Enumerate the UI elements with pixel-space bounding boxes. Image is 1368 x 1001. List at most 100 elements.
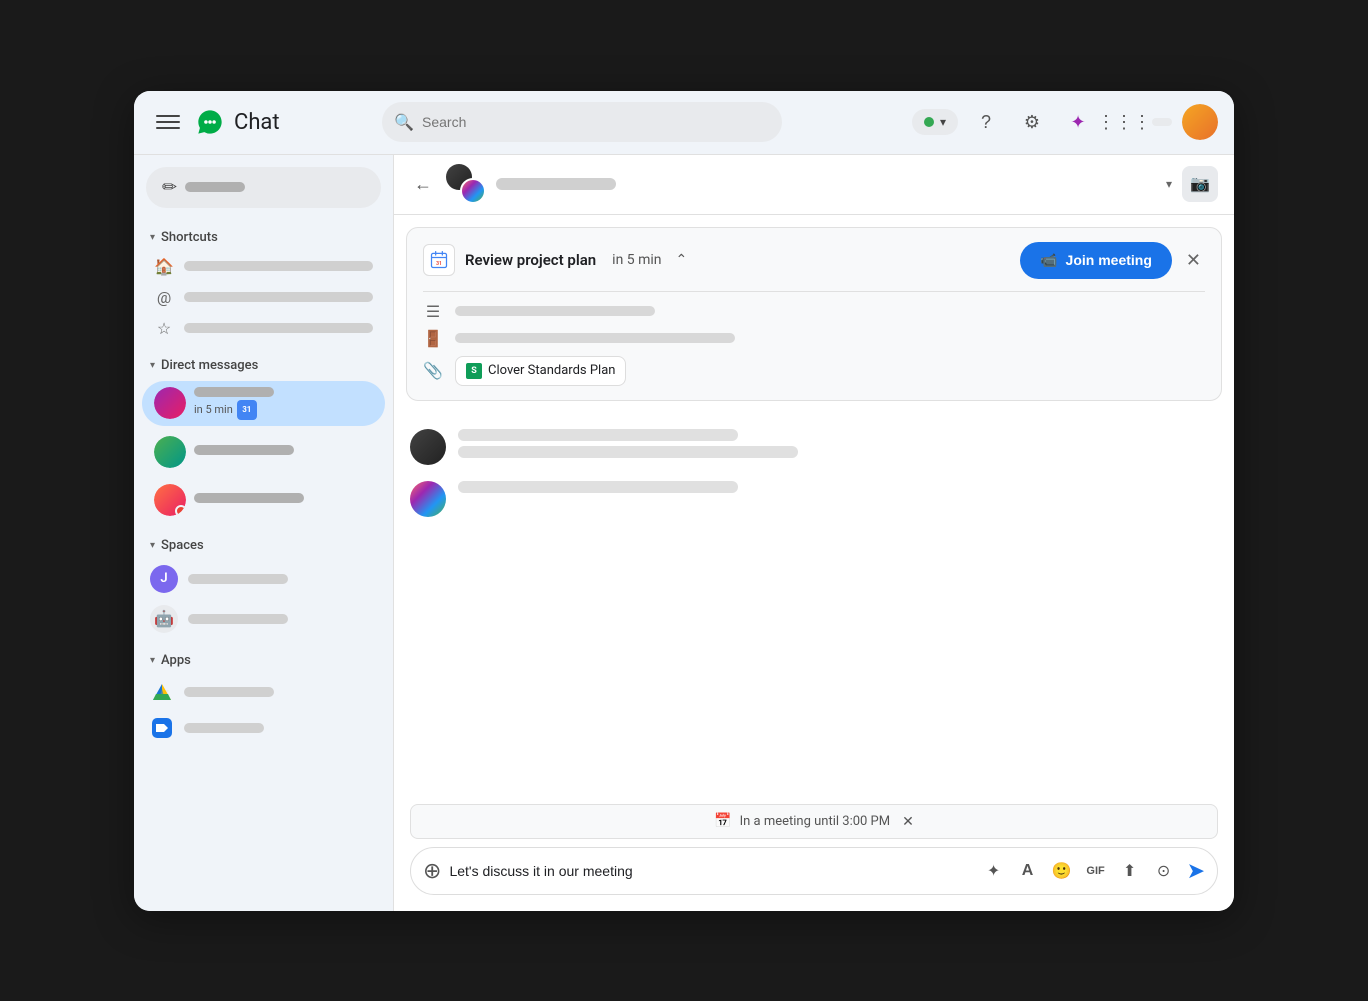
dm-info-2 xyxy=(194,445,373,458)
chat-name-bar xyxy=(496,178,616,190)
space-item-robot[interactable]: 🤖 xyxy=(134,599,393,639)
space-j-icon: J xyxy=(150,565,178,593)
dm-notification-badge xyxy=(175,505,186,516)
drive-label xyxy=(184,687,274,697)
msg-avatar-1 xyxy=(410,429,446,465)
avatar-image xyxy=(1182,104,1218,140)
close-banner-button[interactable]: ✕ xyxy=(1182,246,1205,275)
calendar-icon: 31 xyxy=(423,244,455,276)
chat-avatar-2 xyxy=(460,178,486,204)
shortcuts-section-header[interactable]: ▾ Shortcuts xyxy=(134,224,393,251)
dm-item-1[interactable]: in 5 min 31 xyxy=(142,381,385,426)
space-j-label xyxy=(188,574,288,584)
join-meeting-button[interactable]: 📹 Join meeting xyxy=(1020,242,1172,279)
chat-header-name xyxy=(496,178,1156,190)
send-button[interactable]: ➤ xyxy=(1187,858,1205,884)
meet-label xyxy=(184,723,264,733)
msg-bar-1-2 xyxy=(458,446,798,458)
topbar-left: Chat xyxy=(150,104,370,140)
dm-item-3[interactable] xyxy=(142,478,385,522)
home-icon: 🏠 xyxy=(154,257,174,276)
svg-text:31: 31 xyxy=(436,261,442,267)
detail-bar-2 xyxy=(455,333,735,343)
circle-icon: ⊙ xyxy=(1157,861,1170,881)
gif-button[interactable]: GIF xyxy=(1081,856,1111,886)
more-options-button[interactable]: ⊙ xyxy=(1149,856,1179,886)
dm-section-label: Direct messages xyxy=(161,358,258,373)
door-icon: 🚪 xyxy=(423,329,443,348)
dm-info-3 xyxy=(194,493,373,506)
meet-icon xyxy=(150,716,174,740)
search-input[interactable] xyxy=(382,102,782,142)
meeting-time: in 5 min xyxy=(612,252,661,268)
shortcuts-label: Shortcuts xyxy=(161,230,218,245)
dm-info-1: in 5 min 31 xyxy=(194,387,373,420)
meeting-banner: 31 Review project plan in 5 min ⌃ 📹 Join… xyxy=(406,227,1222,401)
chat-input-area: ⊕ ✦ A 🙂 GIF xyxy=(394,839,1234,911)
msg-bar-1-1 xyxy=(458,429,738,441)
chat-input[interactable] xyxy=(449,863,970,879)
emoji-button[interactable]: 🙂 xyxy=(1047,856,1077,886)
chat-messages xyxy=(394,413,1234,804)
app-item-drive[interactable] xyxy=(134,674,393,710)
chat-header-avatars xyxy=(446,164,486,204)
spaces-label: Spaces xyxy=(161,538,204,553)
shortcut-item-starred[interactable]: ☆ xyxy=(134,313,393,344)
shortcut-home-label xyxy=(184,261,373,271)
dm-item-2[interactable] xyxy=(142,430,385,474)
topbar: Chat 🔍 ▾ ? ⚙ ✦ ⋮⋮⋮ xyxy=(134,91,1234,155)
meeting-banner-header: 31 Review project plan in 5 min ⌃ 📹 Join… xyxy=(423,242,1205,279)
status-button[interactable]: ▾ xyxy=(912,109,958,135)
cal-badge: 31 xyxy=(237,400,257,420)
dm-avatar-1 xyxy=(154,387,186,419)
cal-svg: 31 xyxy=(429,250,449,270)
upload-button[interactable]: ⬆ xyxy=(1115,856,1145,886)
back-button[interactable]: ← xyxy=(410,170,436,199)
detail-row-2: 🚪 xyxy=(423,329,1205,348)
user-name-chip xyxy=(1152,118,1172,126)
space-item-j[interactable]: J xyxy=(134,559,393,599)
dm-name-bar-1 xyxy=(194,387,274,397)
input-toolbar: ✦ A 🙂 GIF ⬆ xyxy=(979,856,1179,886)
close-indicator-button[interactable]: ✕ xyxy=(902,813,914,830)
settings-button[interactable]: ⚙ xyxy=(1014,104,1050,140)
message-row-1 xyxy=(410,429,1218,465)
apps-section-header[interactable]: ▾ Apps xyxy=(134,647,393,674)
meeting-expand-icon[interactable]: ⌃ xyxy=(676,252,688,268)
new-chat-button[interactable]: ✏ xyxy=(146,167,381,208)
add-button[interactable]: ⊕ xyxy=(423,860,441,882)
apps-button[interactable]: ⋮⋮⋮ xyxy=(1106,104,1142,140)
dm-name-bar-2 xyxy=(194,445,294,455)
chat-header-chevron[interactable]: ▾ xyxy=(1166,177,1172,191)
msg-avatar-2 xyxy=(410,481,446,517)
attachment-chip[interactable]: S Clover Standards Plan xyxy=(455,356,626,386)
user-avatar[interactable] xyxy=(1182,104,1218,140)
search-bar: 🔍 xyxy=(382,102,782,142)
help-icon: ? xyxy=(981,112,991,133)
help-button[interactable]: ? xyxy=(968,104,1004,140)
close-indicator-icon: ✕ xyxy=(902,813,914,829)
menu-button[interactable] xyxy=(150,104,186,140)
chevron-icon-dm: ▾ xyxy=(150,360,155,371)
chat-area: ← ▾ 📷 xyxy=(394,155,1234,911)
shortcut-item-home[interactable]: 🏠 xyxy=(134,251,393,282)
apps-label: Apps xyxy=(161,653,191,668)
upload-icon: ⬆ xyxy=(1123,861,1136,881)
app-item-meet[interactable] xyxy=(134,710,393,746)
gemini-button[interactable]: ✦ xyxy=(1060,104,1096,140)
main-area: ✏ ▾ Shortcuts 🏠 @ ☆ ▾ xyxy=(134,155,1234,911)
format-text-button[interactable]: A xyxy=(1013,856,1043,886)
attachment-label: Clover Standards Plan xyxy=(488,363,615,378)
spaces-section-header[interactable]: ▾ Spaces xyxy=(134,532,393,559)
shortcut-item-mentions[interactable]: @ xyxy=(134,282,393,313)
topbar-right: ▾ ? ⚙ ✦ ⋮⋮⋮ xyxy=(912,104,1218,140)
chevron-icon-apps: ▾ xyxy=(150,655,155,666)
hamburger-icon xyxy=(156,110,180,134)
sparkle-button[interactable]: ✦ xyxy=(979,856,1009,886)
video-call-button[interactable]: 📷 xyxy=(1182,166,1218,202)
app-title: Chat xyxy=(234,110,280,135)
new-chat-icon: ✏ xyxy=(162,177,177,198)
drive-icon xyxy=(150,680,174,704)
input-wrap: ⊕ ✦ A 🙂 GIF xyxy=(410,847,1218,895)
dm-section-header[interactable]: ▾ Direct messages xyxy=(134,352,393,379)
